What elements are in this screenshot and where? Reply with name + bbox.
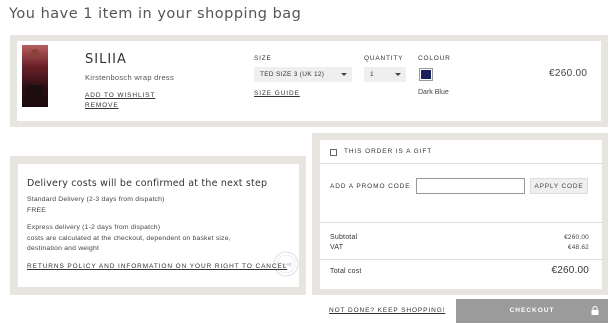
promo-code-label: ADD A PROMO CODE [330,183,411,190]
product-image[interactable] [22,45,48,107]
delivery-title: Delivery costs will be confirmed at the … [27,178,268,189]
vat-label: VAT [330,244,344,251]
page-title: You have 1 item in your shopping bag [9,6,302,22]
vat-value: €48.62 [567,244,589,251]
checkout-label: CHECKOUT [509,307,555,314]
divider [320,163,602,164]
colour-label: COLOUR [418,55,451,62]
size-guide-link[interactable]: SIZE GUIDE [254,90,300,97]
gift-label[interactable]: THIS ORDER IS A GIFT [344,148,432,155]
express-delivery-note-2: destination and weight [27,245,100,252]
quantity-label: QUANTITY [364,55,404,62]
size-select-value: TED SIZE 3 (UK 12) [260,71,325,78]
colour-swatch[interactable] [419,68,433,81]
returns-policy-link[interactable]: RETURNS POLICY AND INFORMATION ON YOUR R… [27,263,287,270]
total-cost-value: €260.00 [551,265,589,276]
colour-name: Dark Blue [418,89,449,96]
gift-checkbox[interactable] [330,149,337,156]
product-brand[interactable]: SILIIA [85,52,127,67]
remove-item-link[interactable]: REMOVE [85,102,119,109]
subtotal-value: €260.00 [564,234,589,241]
chevron-down-icon [395,73,401,76]
keep-shopping-link[interactable]: NOT DONE? KEEP SHOPPING! [329,307,445,314]
apply-code-button[interactable]: APPLY CODE [530,178,588,194]
size-select[interactable]: TED SIZE 3 (UK 12) [254,67,352,82]
divider [320,259,602,260]
chevron-down-icon [341,73,347,76]
divider [320,222,602,223]
lock-icon [591,306,599,315]
item-price: €260.00 [549,68,588,79]
promo-code-input[interactable] [416,178,525,194]
standard-delivery-price: FREE [27,207,46,214]
quantity-select-value: 1 [370,71,374,78]
total-cost-label: Total cost [330,268,362,275]
size-label: SIZE [254,55,272,62]
quantity-select[interactable]: 1 [364,67,406,82]
add-to-wishlist-link[interactable]: ADD TO WISHLIST [85,92,155,99]
express-delivery-note: costs are calculated at the checkout, de… [27,235,231,242]
checkout-button[interactable]: CHECKOUT [456,299,608,323]
standard-delivery-text: Standard Delivery (2-3 days from dispatc… [27,196,165,203]
subtotal-label: Subtotal [330,234,358,241]
colour-swatch-fill [421,70,431,79]
express-delivery-text: Express delivery (1-2 days from dispatch… [27,224,161,231]
product-name[interactable]: Kirstenbosch wrap dress [85,73,174,82]
airmail-stamp-icon [273,251,299,277]
